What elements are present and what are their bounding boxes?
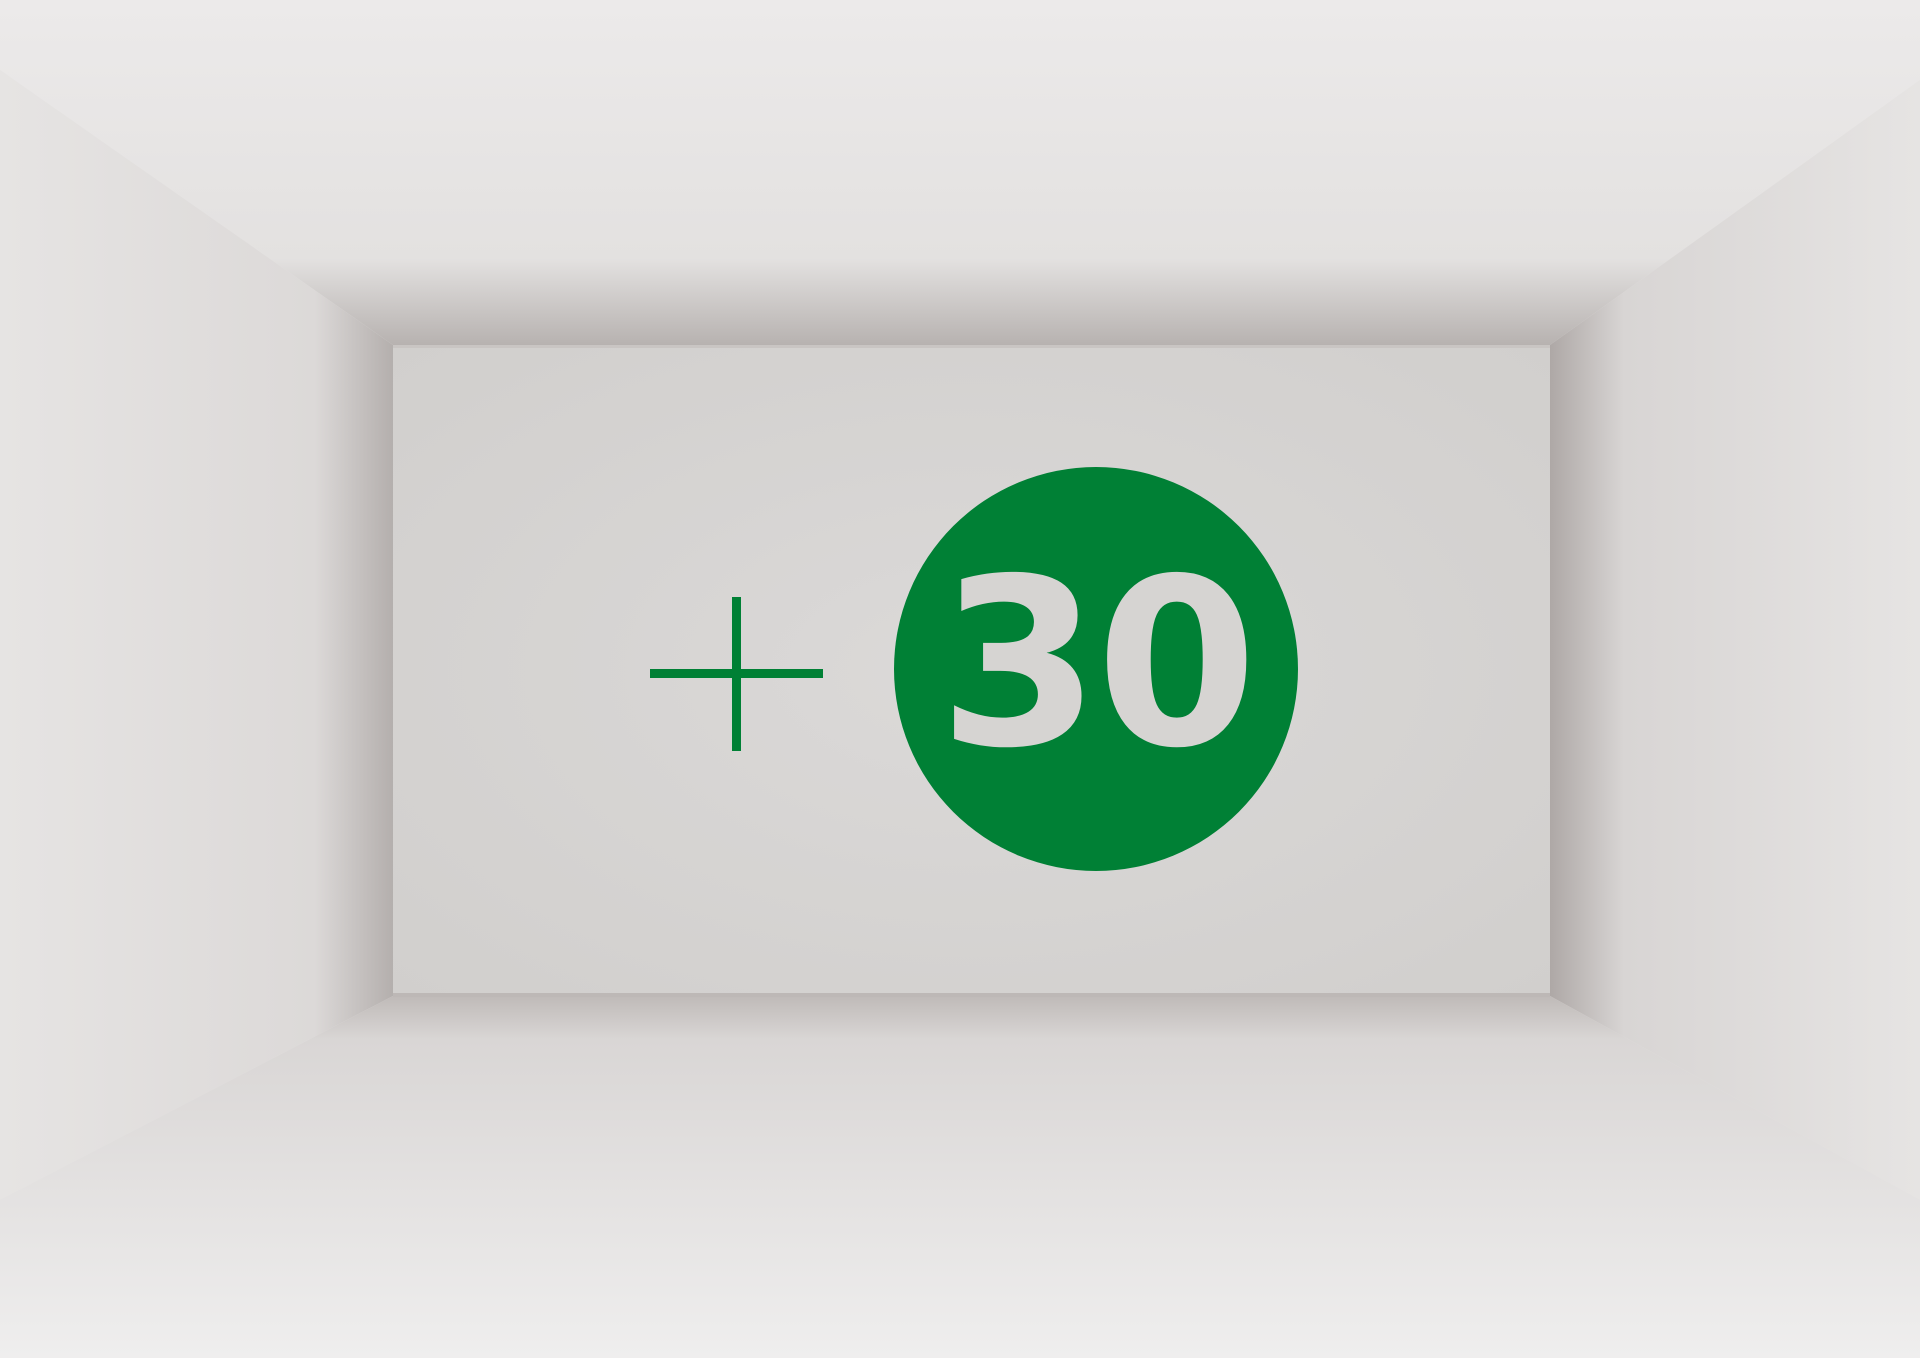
plus-icon (650, 597, 823, 751)
badge-number: 30 (938, 529, 1258, 799)
number-badge: 30 (894, 467, 1298, 871)
room-scene: 30 (0, 0, 1920, 1358)
plus-vertical-bar (732, 597, 741, 751)
